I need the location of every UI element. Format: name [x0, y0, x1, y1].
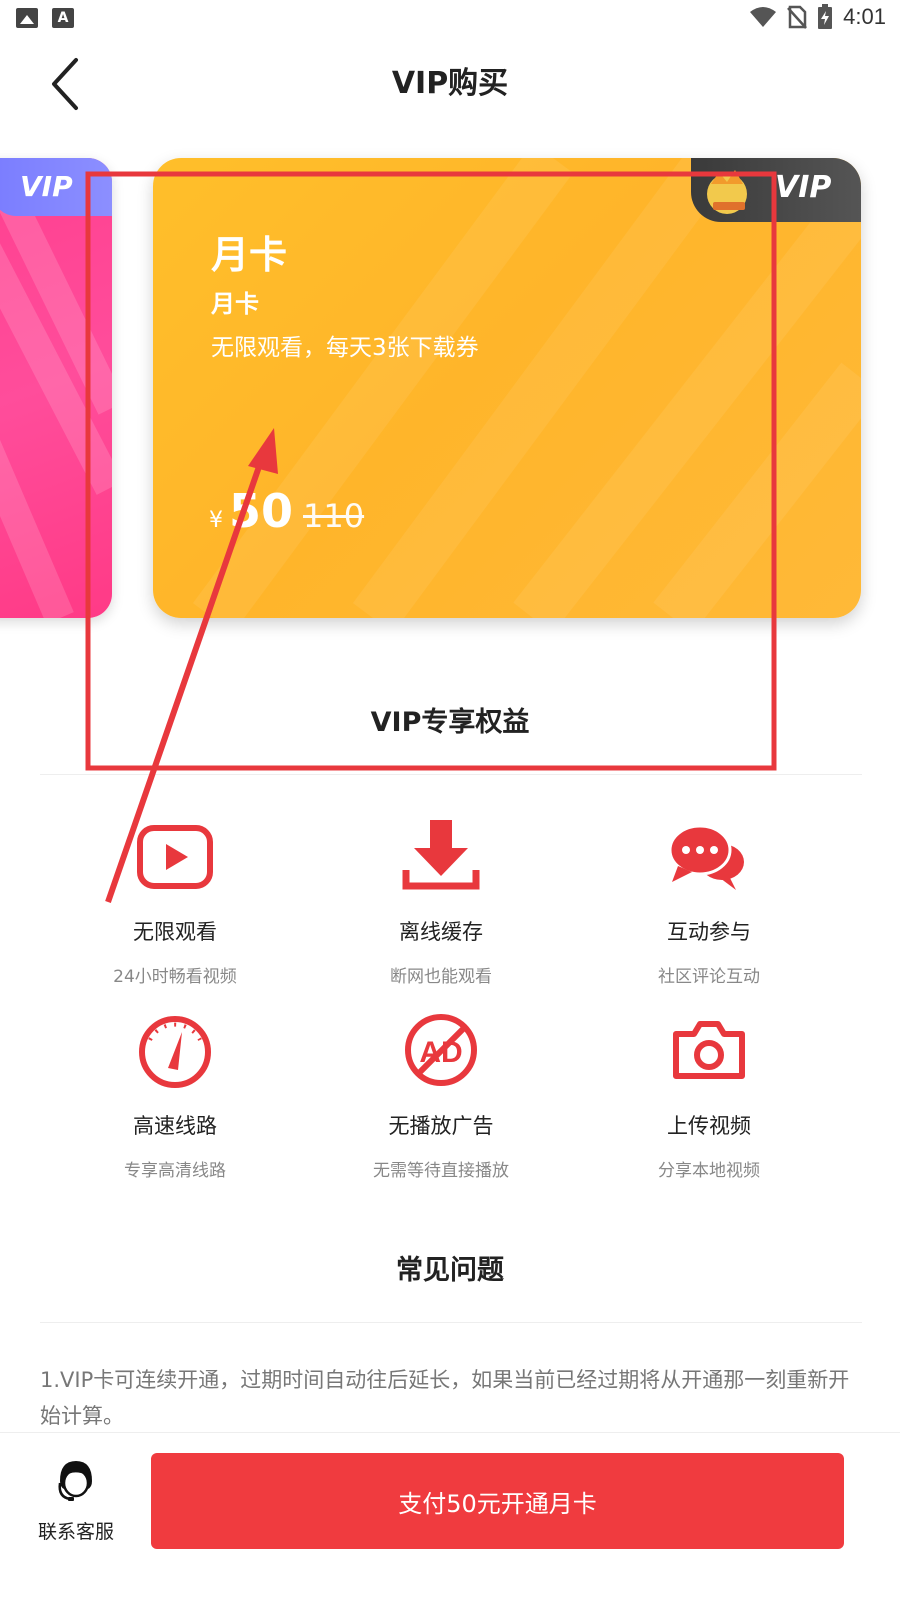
- vip-badge: VIP: [0, 158, 112, 216]
- benefit-desc: 断网也能观看: [390, 967, 492, 987]
- divider: [40, 774, 862, 775]
- font-icon: A: [52, 8, 74, 28]
- benefit-label: 离线缓存: [399, 920, 483, 944]
- divider: [40, 1322, 862, 1323]
- card-description: 无限观看，每天3张下载券: [211, 335, 479, 361]
- chat-icon: [668, 824, 744, 890]
- pay-button[interactable]: 支付50元开通月卡: [151, 1453, 844, 1549]
- currency-symbol: ¥: [209, 508, 223, 533]
- benefit-no-ads: AD 无播放广告 无需等待直接播放: [306, 1012, 576, 1181]
- benefit-label: 上传视频: [667, 1114, 751, 1138]
- benefit-desc: 专享高清线路: [124, 1161, 226, 1181]
- benefit-label: 无限观看: [133, 920, 217, 944]
- speedometer-icon: [139, 1016, 211, 1088]
- vip-card-monthly[interactable]: VIP 月卡 月卡 无限观看，每天3张下载券 ¥ 50 110: [153, 158, 861, 618]
- card-subtitle: 月卡: [211, 290, 259, 318]
- customer-service-label: 联系客服: [37, 1521, 114, 1543]
- benefit-offline-cache: 离线缓存 断网也能观看: [306, 818, 576, 987]
- faq-item: 1.VIP卡可连续开通，过期时间自动往后延长，如果当前已经过期将从开通那一刻重新…: [40, 1368, 850, 1428]
- headset-agent-icon: [58, 1461, 92, 1501]
- benefit-high-speed: 高速线路 专享高清线路: [40, 1012, 310, 1181]
- no-ad-icon: AD: [405, 1014, 477, 1086]
- camera-icon: [673, 1021, 745, 1079]
- benefit-interaction: 互动参与 社区评论互动: [574, 818, 844, 987]
- benefit-unlimited-watch: 无限观看 24小时畅看视频: [40, 818, 310, 987]
- benefit-upload-video: 上传视频 分享本地视频: [574, 1012, 844, 1181]
- crown-icon: [707, 170, 747, 214]
- benefit-desc: 24小时畅看视频: [113, 967, 237, 987]
- benefit-desc: 无需等待直接播放: [373, 1161, 509, 1181]
- benefit-desc: 分享本地视频: [658, 1161, 760, 1181]
- header: VIP购买: [0, 40, 900, 120]
- benefits-title: VIP专享权益: [370, 707, 530, 738]
- price: 50: [229, 484, 294, 538]
- original-price: 110: [303, 497, 365, 535]
- no-sim-icon: [787, 5, 808, 29]
- status-time: 4:01: [843, 4, 886, 29]
- bottom-bar: 联系客服 支付50元开通月卡: [0, 1432, 900, 1601]
- page-title: VIP购买: [391, 66, 509, 101]
- battery-charging-icon: [818, 4, 833, 29]
- status-bar: A 4:01: [0, 0, 900, 36]
- download-icon: [402, 820, 480, 890]
- play-icon: [137, 825, 213, 889]
- card-name: 月卡: [211, 233, 288, 277]
- price-row: ¥ 50 110: [209, 484, 364, 538]
- card-texture: [0, 158, 112, 618]
- customer-service-button[interactable]: 联系客服: [30, 1457, 122, 1544]
- benefit-label: 互动参与: [667, 920, 751, 944]
- benefit-label: 无播放广告: [388, 1114, 494, 1138]
- vip-badge: VIP: [691, 158, 861, 222]
- benefit-desc: 社区评论互动: [658, 967, 760, 987]
- benefit-label: 高速线路: [133, 1114, 217, 1138]
- image-icon: [16, 8, 38, 28]
- vip-card-previous[interactable]: VIP: [0, 158, 112, 618]
- wifi-icon: [750, 7, 777, 27]
- faq-title: 常见问题: [396, 1255, 504, 1286]
